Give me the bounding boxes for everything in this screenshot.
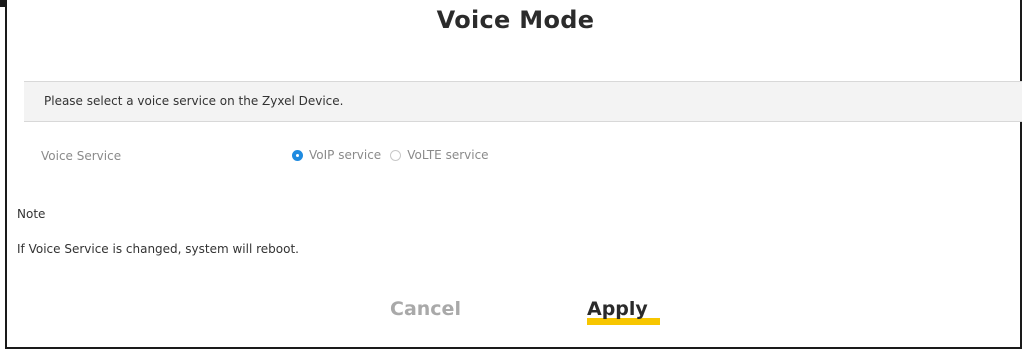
volte-radio[interactable] [390,149,402,161]
voice-mode-panel: Voice Mode Please select a voice service… [5,0,1022,349]
info-message: Please select a voice service on the Zyx… [44,94,344,108]
note-text: If Voice Service is changed, system will… [17,242,299,256]
apply-button[interactable]: Apply [587,298,648,320]
voice-service-radio-group: VoIP service VoLTE service [292,148,498,162]
voip-radio[interactable] [292,149,303,161]
voice-service-label: Voice Service [41,149,122,163]
cancel-button[interactable]: Cancel [390,298,461,320]
note-title: Note [17,207,46,221]
page-title: Voice Mode [436,6,595,34]
volte-radio-label[interactable]: VoLTE service [407,148,488,162]
info-bar: Please select a voice service on the Zyx… [24,81,1022,122]
voip-radio-label[interactable]: VoIP service [309,148,381,162]
